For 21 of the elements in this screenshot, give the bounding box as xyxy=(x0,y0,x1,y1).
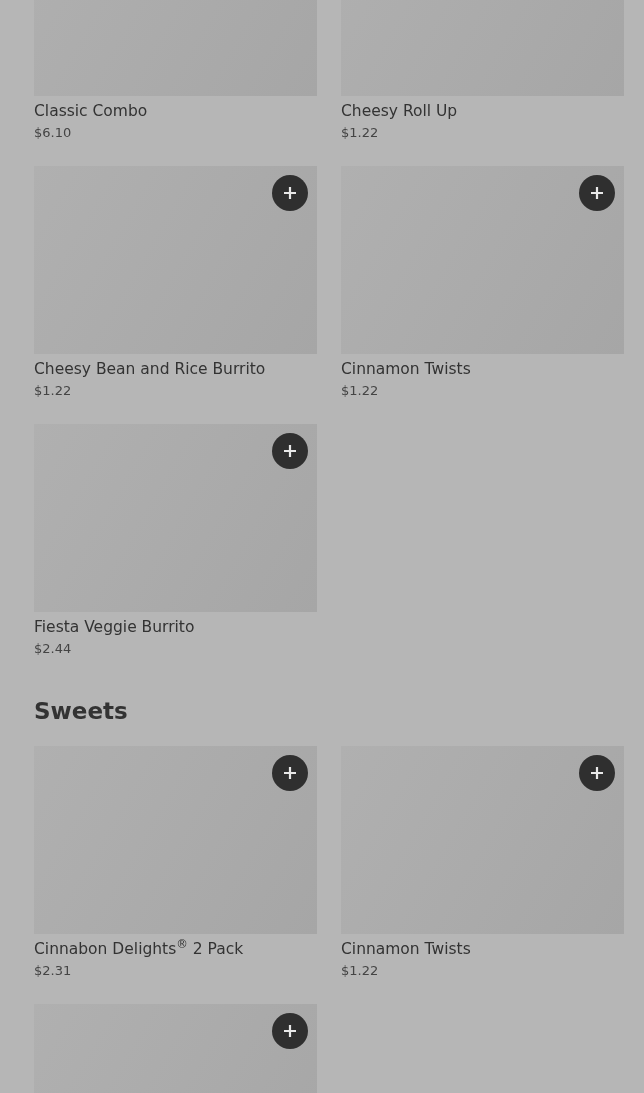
item-name: Cheesy Roll Up xyxy=(341,101,459,122)
plus-icon xyxy=(283,1024,297,1038)
item-name: Cinnamon Twists xyxy=(341,359,472,380)
item-name: Cinnabon Delights$^{®}$ 2 Pack xyxy=(34,938,245,960)
item-price: $2.44 xyxy=(34,640,73,658)
item-price: $2.31 xyxy=(34,962,73,980)
item-name: Fiesta Veggie Burrito xyxy=(34,617,196,638)
section-heading: Sweets xyxy=(34,697,129,726)
plus-icon xyxy=(590,766,604,780)
item-price: $1.22 xyxy=(341,124,380,142)
plus-icon xyxy=(283,766,297,780)
plus-icon xyxy=(283,444,297,458)
plus-icon xyxy=(283,186,297,200)
item-name: Cheesy Bean and Rice Burrito xyxy=(34,359,267,380)
plus-icon xyxy=(590,186,604,200)
item-name: Cinnamon Twists xyxy=(341,939,472,960)
item-price: $1.22 xyxy=(34,382,73,400)
item-price: $6.10 xyxy=(34,124,73,142)
item-price: $1.22 xyxy=(341,382,380,400)
item-name: Classic Combo xyxy=(34,101,149,122)
item-price: $1.22 xyxy=(341,962,380,980)
